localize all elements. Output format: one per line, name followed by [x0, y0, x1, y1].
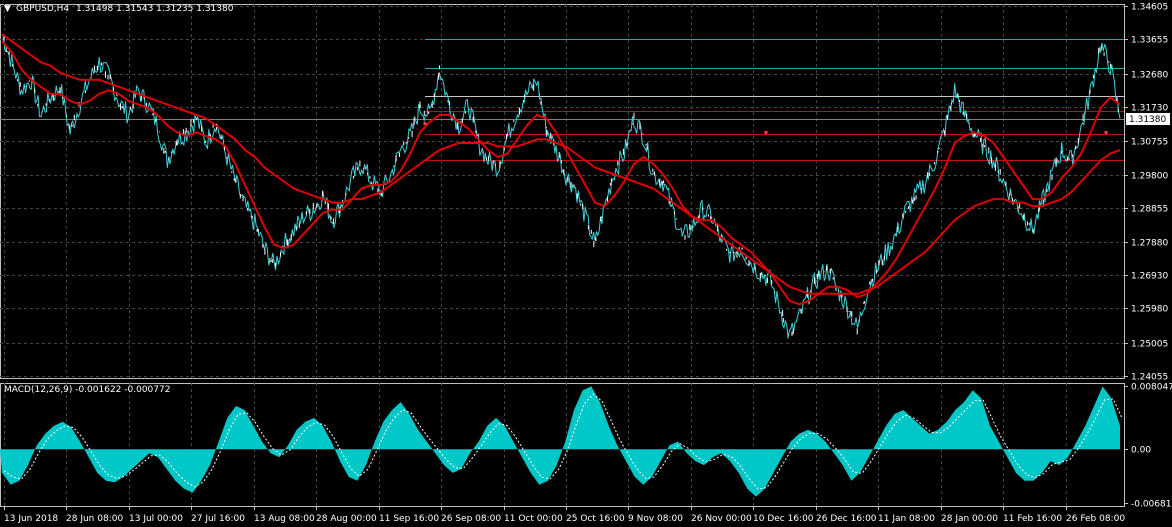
- level-marker: [1104, 130, 1108, 134]
- y-tick-label: 1.25980: [1131, 305, 1168, 315]
- ohlc-label: 1.31498 1.31543 1.31235 1.31380: [76, 4, 234, 14]
- y-tick-label: 1.34605: [1131, 3, 1168, 13]
- x-tick-label: 26 Nov 00:00: [691, 514, 752, 524]
- macd-y-tick-label: -0.006819: [1131, 500, 1172, 510]
- current-price-label: 1.31380: [1129, 115, 1166, 125]
- y-tick-label: 1.32680: [1131, 71, 1168, 81]
- macd-label: MACD(12,26,9) -0.001622 -0.000772: [4, 385, 170, 395]
- y-tick-label: 1.33655: [1131, 36, 1168, 46]
- x-tick-label: 27 Jul 16:00: [191, 514, 245, 524]
- x-tick-label: 28 Jan 00:00: [941, 514, 998, 524]
- header-arrow-icon[interactable]: ▼: [4, 4, 11, 14]
- trading-chart[interactable]: 1.34605 1.33655 1.32680 1.31730 1.30755 1.298…: [0, 0, 1172, 527]
- y-tick-label: 1.28855: [1131, 205, 1168, 215]
- x-tick-label: 26 Sep 08:00: [441, 514, 501, 524]
- x-tick-label: 28 Aug 00:00: [316, 514, 377, 524]
- x-tick-label: 10 Dec 16:00: [753, 514, 814, 524]
- y-tick-label: 1.30755: [1131, 138, 1168, 148]
- macd-y-tick-label: 0.00: [1131, 446, 1151, 456]
- x-tick-label: 26 Feb 08:00: [1066, 514, 1125, 524]
- y-tick-label: 1.26930: [1131, 272, 1168, 282]
- x-tick-label: 9 Nov 08:00: [628, 514, 683, 524]
- x-tick-label: 11 Feb 16:00: [1003, 514, 1062, 524]
- y-tick-label: 1.27880: [1131, 239, 1168, 249]
- y-tick-label: 1.25005: [1131, 340, 1168, 350]
- x-tick-label: 26 Dec 16:00: [816, 514, 877, 524]
- x-tick-label: 25 Oct 16:00: [566, 514, 625, 524]
- x-tick-label: 13 Aug 08:00: [254, 514, 315, 524]
- x-tick-label: 11 Oct 00:00: [504, 514, 563, 524]
- level-marker: [764, 130, 768, 134]
- x-tick-label: 11 Sep 16:00: [379, 514, 439, 524]
- level-marker: [423, 122, 427, 126]
- y-tick-label: 1.29800: [1131, 172, 1168, 182]
- x-tick-label: 13 Jun 2018: [4, 514, 58, 524]
- symbol-label: GBPUSD,H4: [16, 4, 69, 14]
- y-tick-label: 1.24055: [1131, 373, 1168, 383]
- y-tick-label: 1.31730: [1131, 104, 1168, 114]
- x-tick-label: 11 Jan 08:00: [878, 514, 935, 524]
- macd-y-tick-label: 0.008047: [1131, 383, 1172, 393]
- x-tick-label: 28 Jun 08:00: [66, 514, 123, 524]
- x-tick-label: 13 Jul 00:00: [129, 514, 183, 524]
